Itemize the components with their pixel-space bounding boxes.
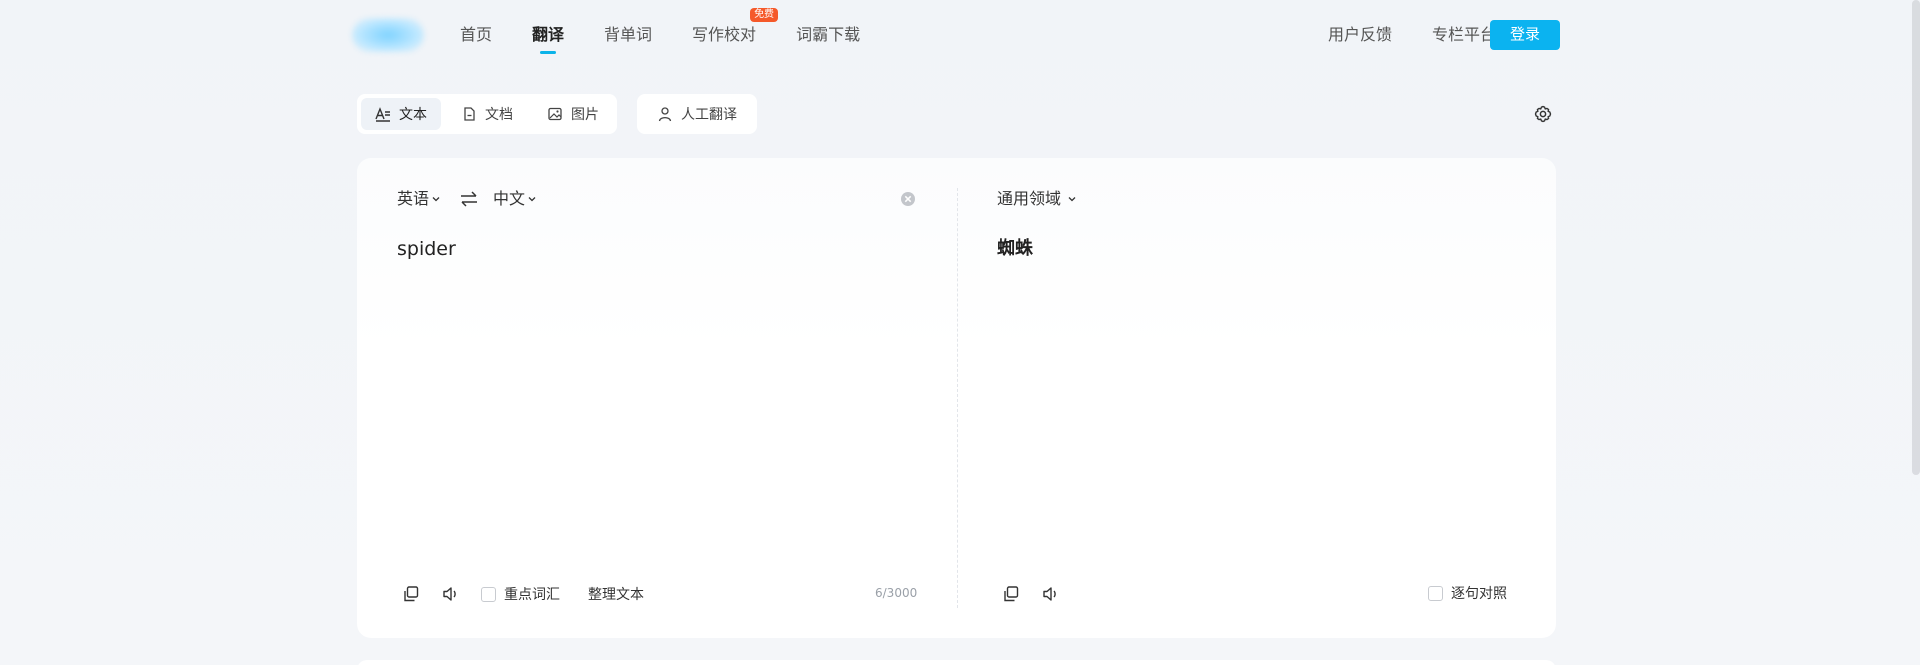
- translation-panel: 英语 中文 spider 重点词汇 整理文本 6/3000 通用领域 蜘蛛 逐句…: [357, 158, 1556, 638]
- top-navigation: 首页 翻译 背单词 写作校对 免费 词霸下载 用户反馈 专栏平台 登录: [0, 0, 1920, 70]
- domain-select[interactable]: 通用领域: [997, 188, 1077, 210]
- feedback-link[interactable]: 用户反馈: [1328, 24, 1392, 46]
- checkbox-box: [1428, 585, 1443, 601]
- image-icon: [548, 107, 562, 121]
- chevron-down-icon: [432, 197, 440, 202]
- panel-divider: [957, 188, 958, 608]
- source-language-label: 英语: [397, 189, 430, 208]
- target-language-label: 中文: [493, 189, 526, 208]
- nav-writing-label: 写作校对: [692, 25, 757, 44]
- tab-text[interactable]: 文本: [361, 98, 441, 130]
- gear-icon[interactable]: [1533, 104, 1553, 124]
- key-vocab-label: 重点词汇: [504, 587, 560, 603]
- speaker-icon[interactable]: [1041, 584, 1061, 604]
- source-toolbar: 重点词汇 整理文本: [401, 582, 644, 606]
- user-icon: [658, 107, 672, 122]
- mode-tabs: 文本 文档 图片: [357, 94, 617, 134]
- clear-icon[interactable]: [900, 191, 916, 207]
- tab-document-label: 文档: [485, 107, 513, 123]
- tab-image[interactable]: 图片: [533, 98, 613, 130]
- tab-human-translation[interactable]: 人工翻译: [637, 94, 757, 134]
- free-badge: 免费: [750, 8, 779, 22]
- nav-home[interactable]: 首页: [460, 24, 492, 46]
- bottom-card: [357, 660, 1556, 665]
- text-mode-icon: [375, 107, 390, 122]
- sentence-align-checkbox[interactable]: 逐句对照: [1428, 583, 1507, 603]
- translation-output: 蜘蛛: [997, 238, 1033, 259]
- login-button[interactable]: 登录: [1490, 20, 1560, 50]
- source-language-select[interactable]: 英语: [397, 188, 441, 210]
- tab-image-label: 图片: [571, 107, 599, 123]
- char-counter: 6/3000: [875, 586, 918, 600]
- copy-icon[interactable]: [401, 584, 421, 604]
- source-text-input[interactable]: spider: [397, 238, 456, 260]
- document-icon: [464, 107, 475, 121]
- domain-label: 通用领域: [997, 189, 1062, 208]
- tab-text-label: 文本: [399, 107, 427, 123]
- column-link[interactable]: 专栏平台: [1432, 24, 1496, 46]
- chevron-down-icon: [1068, 197, 1076, 202]
- page-scrollbar[interactable]: [1912, 0, 1920, 475]
- nav-translate[interactable]: 翻译: [532, 24, 564, 54]
- copy-icon[interactable]: [1001, 584, 1021, 604]
- main-nav: 首页 翻译 背单词 写作校对 免费 词霸下载: [460, 8, 900, 54]
- chevron-down-icon: [528, 197, 536, 202]
- target-language-select[interactable]: 中文: [493, 188, 537, 210]
- nav-download[interactable]: 词霸下载: [796, 24, 860, 46]
- tab-document[interactable]: 文档: [447, 98, 527, 130]
- tidy-text-button[interactable]: 整理文本: [588, 584, 644, 604]
- nav-vocab[interactable]: 背单词: [604, 24, 652, 46]
- tab-human-label: 人工翻译: [681, 107, 737, 123]
- checkbox-box: [481, 586, 496, 602]
- sentence-align-label: 逐句对照: [1451, 586, 1507, 602]
- nav-writing[interactable]: 写作校对 免费: [692, 8, 779, 46]
- logo[interactable]: [352, 18, 424, 52]
- target-toolbar: [1001, 582, 1081, 606]
- key-vocab-checkbox[interactable]: 重点词汇: [481, 584, 560, 604]
- speaker-icon[interactable]: [441, 584, 461, 604]
- swap-icon[interactable]: [459, 190, 479, 208]
